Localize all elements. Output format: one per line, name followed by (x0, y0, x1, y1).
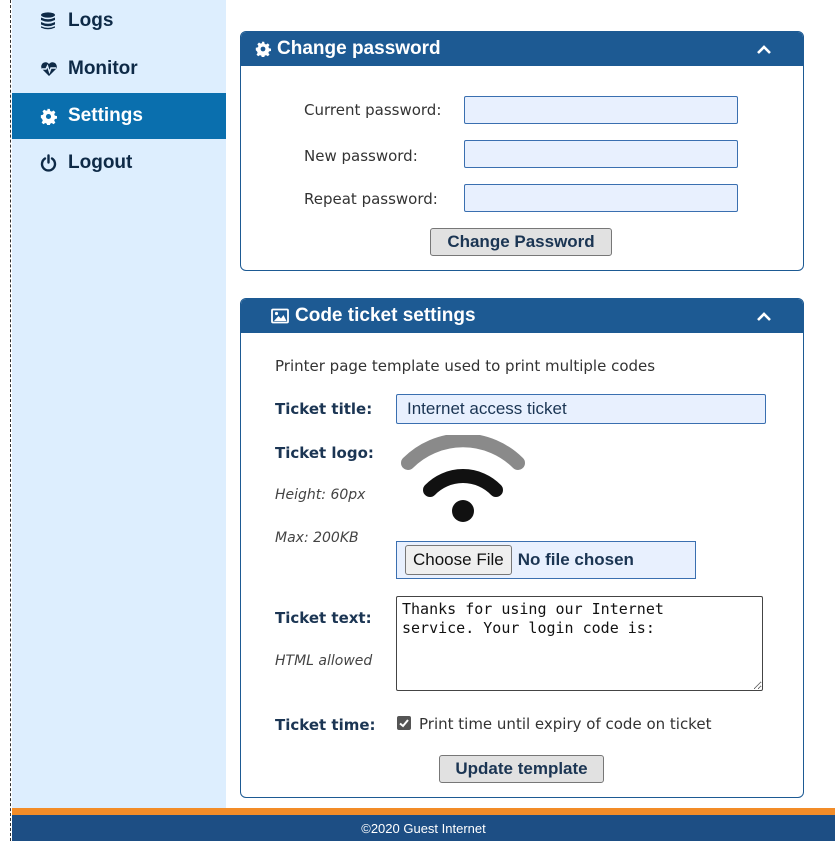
sidebar-item-logout[interactable]: Logout (12, 140, 226, 186)
logo-max-hint: Max: 200KB (275, 530, 359, 546)
sidebar-item-label: Logout (68, 152, 133, 173)
gear-icon (40, 108, 62, 125)
sidebar-item-label: Logs (68, 10, 114, 31)
sidebar-item-logs[interactable]: Logs (12, 0, 226, 44)
footer-accent-bar (12, 808, 835, 815)
ticket-title-label: Ticket title: (275, 400, 373, 418)
ticket-text-label: Ticket text: (275, 609, 372, 627)
logo-height-hint: Height: 60px (275, 487, 366, 503)
ticket-title-input[interactable] (396, 394, 766, 424)
choose-file-button[interactable]: Choose File (405, 545, 512, 575)
panel-title: Change password (277, 38, 441, 59)
heartbeat-icon (40, 61, 62, 77)
current-password-label: Current password: (304, 101, 442, 119)
no-file-chosen-text: No file chosen (517, 550, 634, 569)
database-icon (40, 12, 62, 30)
chevron-up-icon[interactable] (755, 41, 773, 59)
sidebar-item-monitor[interactable]: Monitor (12, 46, 226, 92)
chevron-up-icon[interactable] (755, 308, 773, 326)
change-password-header[interactable]: Change password (241, 32, 803, 66)
ticket-text-textarea[interactable]: Thanks for using our Internet service. Y… (396, 596, 763, 691)
checkmark-icon (399, 719, 409, 728)
sidebar: Logs Monitor Settings Logout (12, 0, 226, 808)
power-icon (40, 154, 62, 172)
ticket-text-hint: HTML allowed (275, 653, 373, 669)
footer: ©2020 Guest Internet (12, 815, 835, 841)
wifi-logo-icon (401, 435, 525, 522)
change-password-button[interactable]: Change Password (430, 228, 612, 256)
sidebar-item-label: Monitor (68, 58, 138, 79)
gear-icon (255, 41, 271, 57)
panel-title: Code ticket settings (295, 305, 476, 326)
file-input[interactable]: Choose File No file chosen (396, 541, 696, 579)
footer-copyright: ©2020 Guest Internet (361, 820, 486, 836)
ticket-time-checkbox-label: Print time until expiry of code on ticke… (419, 715, 712, 733)
sidebar-item-settings[interactable]: Settings (12, 93, 226, 139)
page-left-border (0, 0, 11, 841)
ticket-time-label: Ticket time: (275, 716, 376, 734)
code-ticket-header[interactable]: Code ticket settings (241, 299, 803, 333)
ticket-description: Printer page template used to print mult… (275, 357, 656, 375)
new-password-label: New password: (304, 147, 418, 165)
sidebar-item-label: Settings (68, 105, 143, 126)
ticket-time-checkbox[interactable] (397, 716, 411, 730)
update-template-button[interactable]: Update template (439, 755, 604, 783)
new-password-input[interactable] (464, 140, 738, 168)
image-icon (271, 308, 289, 324)
repeat-password-label: Repeat password: (304, 190, 438, 208)
ticket-logo-label: Ticket logo: (275, 444, 374, 462)
current-password-input[interactable] (464, 96, 738, 124)
repeat-password-input[interactable] (464, 184, 738, 212)
